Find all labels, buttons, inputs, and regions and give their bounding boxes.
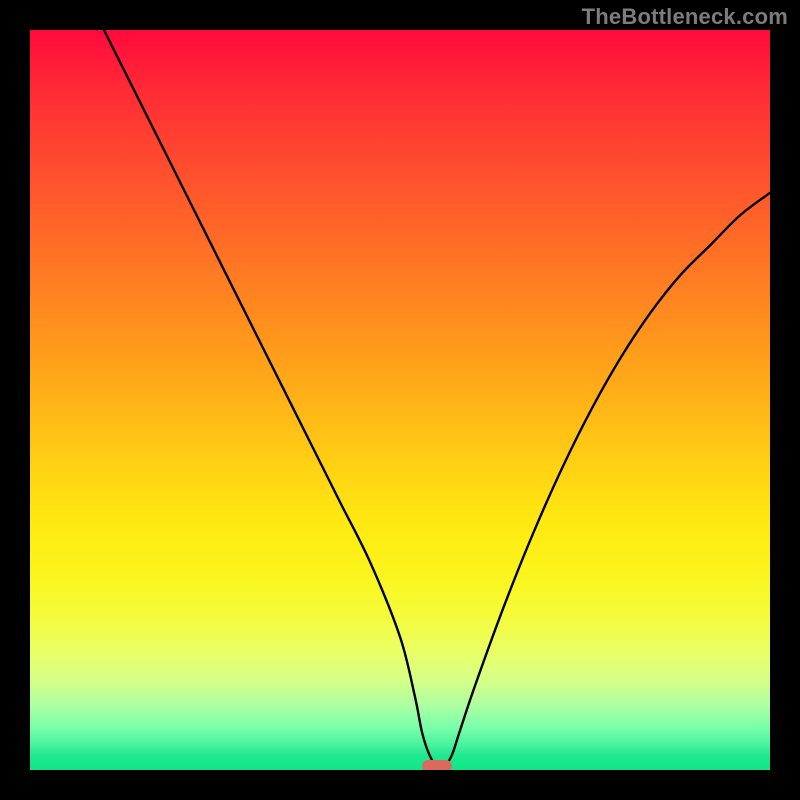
- optimum-marker: [422, 760, 452, 770]
- bottleneck-curve: [30, 30, 770, 770]
- watermark-text: TheBottleneck.com: [582, 4, 788, 30]
- plot-area: [30, 30, 770, 770]
- chart-frame: TheBottleneck.com: [0, 0, 800, 800]
